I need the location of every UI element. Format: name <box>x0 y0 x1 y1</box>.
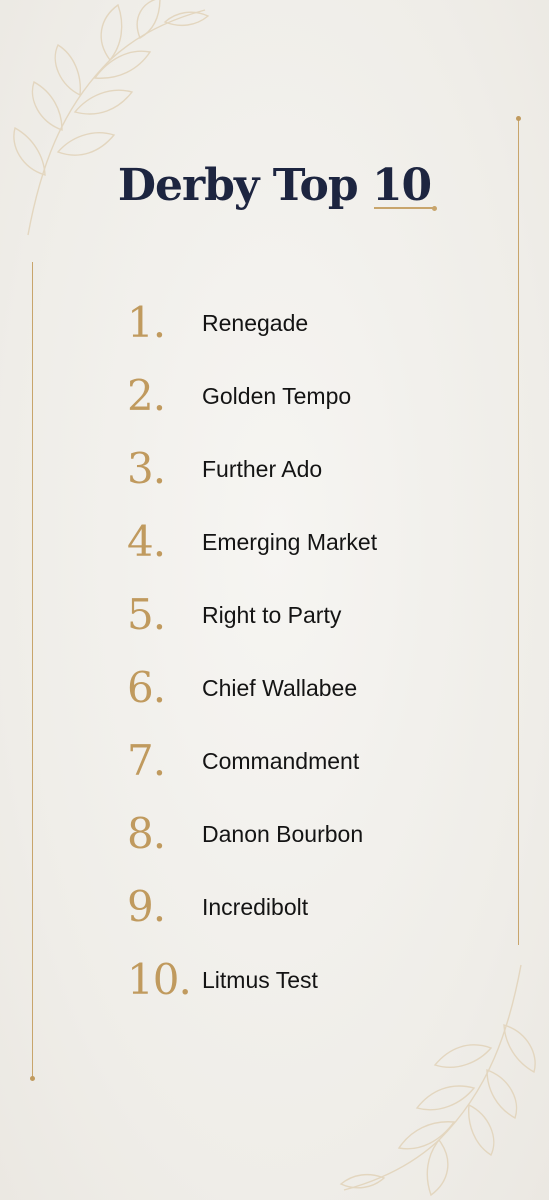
title-prefix: Derby Top <box>117 160 359 211</box>
ranking-row: 1. Renegade <box>0 293 549 353</box>
rank-number: 2. <box>127 371 166 420</box>
rank-number: 6. <box>127 663 166 712</box>
title-underline-dot <box>432 206 438 211</box>
ranking-row: 7. Commandment <box>0 731 549 791</box>
ranking-row: 6. Chief Wallabee <box>0 658 549 718</box>
ranking-row: 5. Right to Party <box>0 585 549 645</box>
horse-name: Emerging Market <box>202 529 378 555</box>
horse-name: Incredibolt <box>202 894 309 920</box>
page-title: Derby Top 10 <box>0 160 549 211</box>
ranking-row: 10. Litmus Test <box>0 950 549 1010</box>
rank-number: 9. <box>127 882 166 931</box>
ranking-row: 3. Further Ado <box>0 439 549 499</box>
ranking-row: 8. Danon Bourbon <box>0 804 549 864</box>
right-rule-dot <box>516 116 521 121</box>
horse-name: Right to Party <box>202 602 342 628</box>
rank-number: 3. <box>127 444 166 493</box>
ranking-row: 4. Emerging Market <box>0 512 549 572</box>
horse-name: Renegade <box>202 310 309 336</box>
horse-name: Danon Bourbon <box>202 821 364 847</box>
rank-number: 5. <box>127 590 166 639</box>
title-number: 10 <box>372 160 438 211</box>
horse-name: Commandment <box>202 748 360 774</box>
left-rule-dot <box>30 1076 35 1081</box>
page-background: Derby Top 10 1. Renegade 2. Golden Tempo… <box>0 0 549 1200</box>
horse-name: Further Ado <box>202 456 323 482</box>
rank-number: 10. <box>127 955 192 1004</box>
rank-number: 1. <box>127 298 166 347</box>
ranking-row: 9. Incredibolt <box>0 877 549 937</box>
horse-name: Golden Tempo <box>202 383 352 409</box>
rank-number: 8. <box>127 809 166 858</box>
rank-number: 4. <box>127 517 166 566</box>
title-underline <box>373 207 434 209</box>
rank-number: 7. <box>127 736 166 785</box>
horse-name: Litmus Test <box>202 967 318 993</box>
ranking-row: 2. Golden Tempo <box>0 366 549 426</box>
horse-name: Chief Wallabee <box>202 675 358 701</box>
